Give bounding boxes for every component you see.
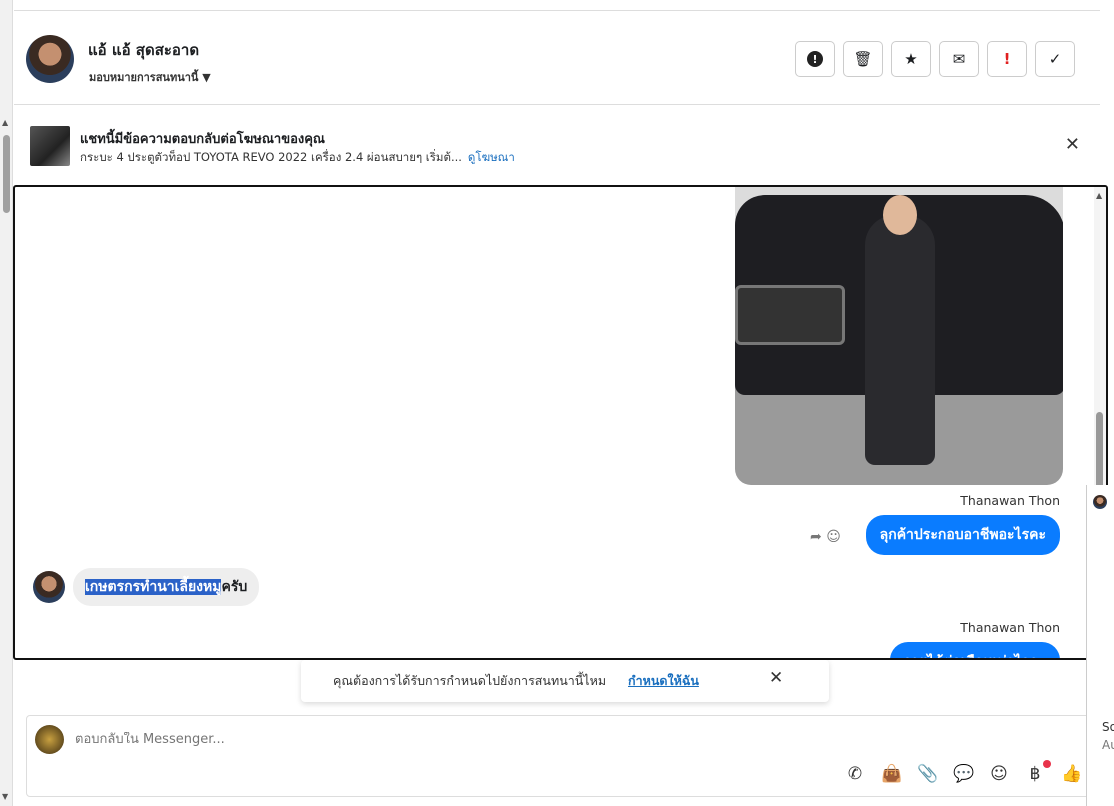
- ad-thumbnail[interactable]: [30, 126, 70, 166]
- check-icon: ✓: [1048, 50, 1062, 68]
- payment-baht-icon[interactable]: ฿: [1025, 760, 1051, 784]
- emoji-icon[interactable]: ☺: [989, 764, 1009, 784]
- reply-input[interactable]: [75, 732, 775, 747]
- assign-prompt: คุณต้องการได้รับการกำหนดไปยังการสนทนานี้…: [301, 660, 829, 702]
- ad-description: กระบะ 4 ประตูตัวท็อป TOYOTA REVO 2022 เค…: [80, 150, 462, 164]
- notification-dot: [1043, 760, 1051, 768]
- scrollbar-thumb[interactable]: [3, 135, 10, 213]
- reply-icon[interactable]: ➦: [810, 529, 822, 545]
- assign-to-me-link[interactable]: กำหนดให้ฉัน: [628, 671, 699, 691]
- ad-title: แชทนี้มีข้อความตอบกลับต่อโฆษณาของคุณ: [80, 132, 325, 147]
- scroll-up-icon[interactable]: ▲: [1096, 191, 1102, 200]
- saved-replies-icon[interactable]: 💬: [953, 764, 974, 784]
- ad-reply-banner: แชทนี้มีข้อความตอบกลับต่อโฆษณาของคุณ กระ…: [14, 106, 1100, 184]
- shopping-bag-icon[interactable]: 👜: [881, 764, 902, 784]
- reply-composer: ✆ 👜 📎 💬 ☺ ฿ 👍: [26, 715, 1096, 797]
- react-emoji-icon[interactable]: ☺: [826, 529, 841, 545]
- scroll-down-icon[interactable]: ▼: [2, 792, 8, 801]
- close-icon[interactable]: ✕: [1065, 134, 1080, 155]
- avatar: [1093, 495, 1107, 509]
- envelope-icon: ✉: [952, 50, 966, 68]
- close-icon[interactable]: ✕: [769, 668, 783, 688]
- star-button[interactable]: ★: [891, 41, 931, 77]
- delete-button[interactable]: 🗑: [843, 41, 883, 77]
- thumbs-up-icon[interactable]: 👍: [1061, 764, 1082, 784]
- scrollbar-thumb[interactable]: [1096, 412, 1103, 492]
- conversation-header: แอ้ แอ้ สุดสะอาด มอบหมายการสนทนานี้ ▼ ! …: [14, 11, 1100, 105]
- mark-done-button[interactable]: ✓: [1035, 41, 1075, 77]
- sender-name: Thanawan Thon: [960, 620, 1060, 635]
- message-thread: Thanawan Thon ➦ ☺ ลุกค้าประกอบอาชีพอะไรค…: [13, 185, 1108, 660]
- outgoing-message[interactable]: รายได้ต่อเดือนเท่าไรคะ: [889, 642, 1060, 658]
- exclamation-icon: !: [1003, 50, 1011, 68]
- view-ad-link[interactable]: ดูโฆษณา: [468, 150, 515, 164]
- side-text: So: [1102, 720, 1114, 734]
- call-add-icon[interactable]: ✆: [845, 764, 865, 784]
- assign-dropdown[interactable]: มอบหมายการสนทนานี้ ▼: [89, 68, 211, 86]
- outgoing-message[interactable]: ลุกค้าประกอบอาชีพอะไรคะ: [865, 515, 1060, 555]
- caret-down-icon: ▼: [202, 71, 211, 84]
- star-icon: ★: [904, 50, 918, 68]
- incoming-message[interactable]: เกษตรกรทำนาเลี้ยงหมูครับ: [73, 568, 260, 606]
- contact-name[interactable]: แอ้ แอ้ สุดสะอาด: [88, 38, 199, 62]
- assign-label: มอบหมายการสนทนานี้: [89, 71, 199, 84]
- message-text: ครับ: [221, 579, 248, 595]
- attachment-icon[interactable]: 📎: [917, 764, 938, 784]
- side-panel: So Au: [1086, 485, 1114, 806]
- important-button[interactable]: !: [987, 41, 1027, 77]
- sender-name: Thanawan Thon: [960, 493, 1060, 508]
- selected-text: เกษตรกรทำนาเลี้ยงหมู: [85, 579, 222, 595]
- side-text: Au: [1102, 738, 1114, 752]
- message-image[interactable]: [735, 187, 1063, 485]
- page-avatar: [35, 725, 64, 754]
- scroll-up-icon[interactable]: ▲: [2, 118, 8, 127]
- trash-icon: 🗑: [853, 50, 873, 68]
- mark-unread-button[interactable]: ✉: [939, 41, 979, 77]
- alert-circle-icon: !: [807, 51, 823, 67]
- assign-prompt-text: คุณต้องการได้รับการกำหนดไปยังการสนทนานี้…: [333, 673, 607, 688]
- avatar[interactable]: [26, 35, 74, 83]
- contact-avatar: [33, 571, 65, 603]
- report-spam-button[interactable]: !: [795, 41, 835, 77]
- page-scrollbar[interactable]: ▲ ▼: [0, 0, 13, 806]
